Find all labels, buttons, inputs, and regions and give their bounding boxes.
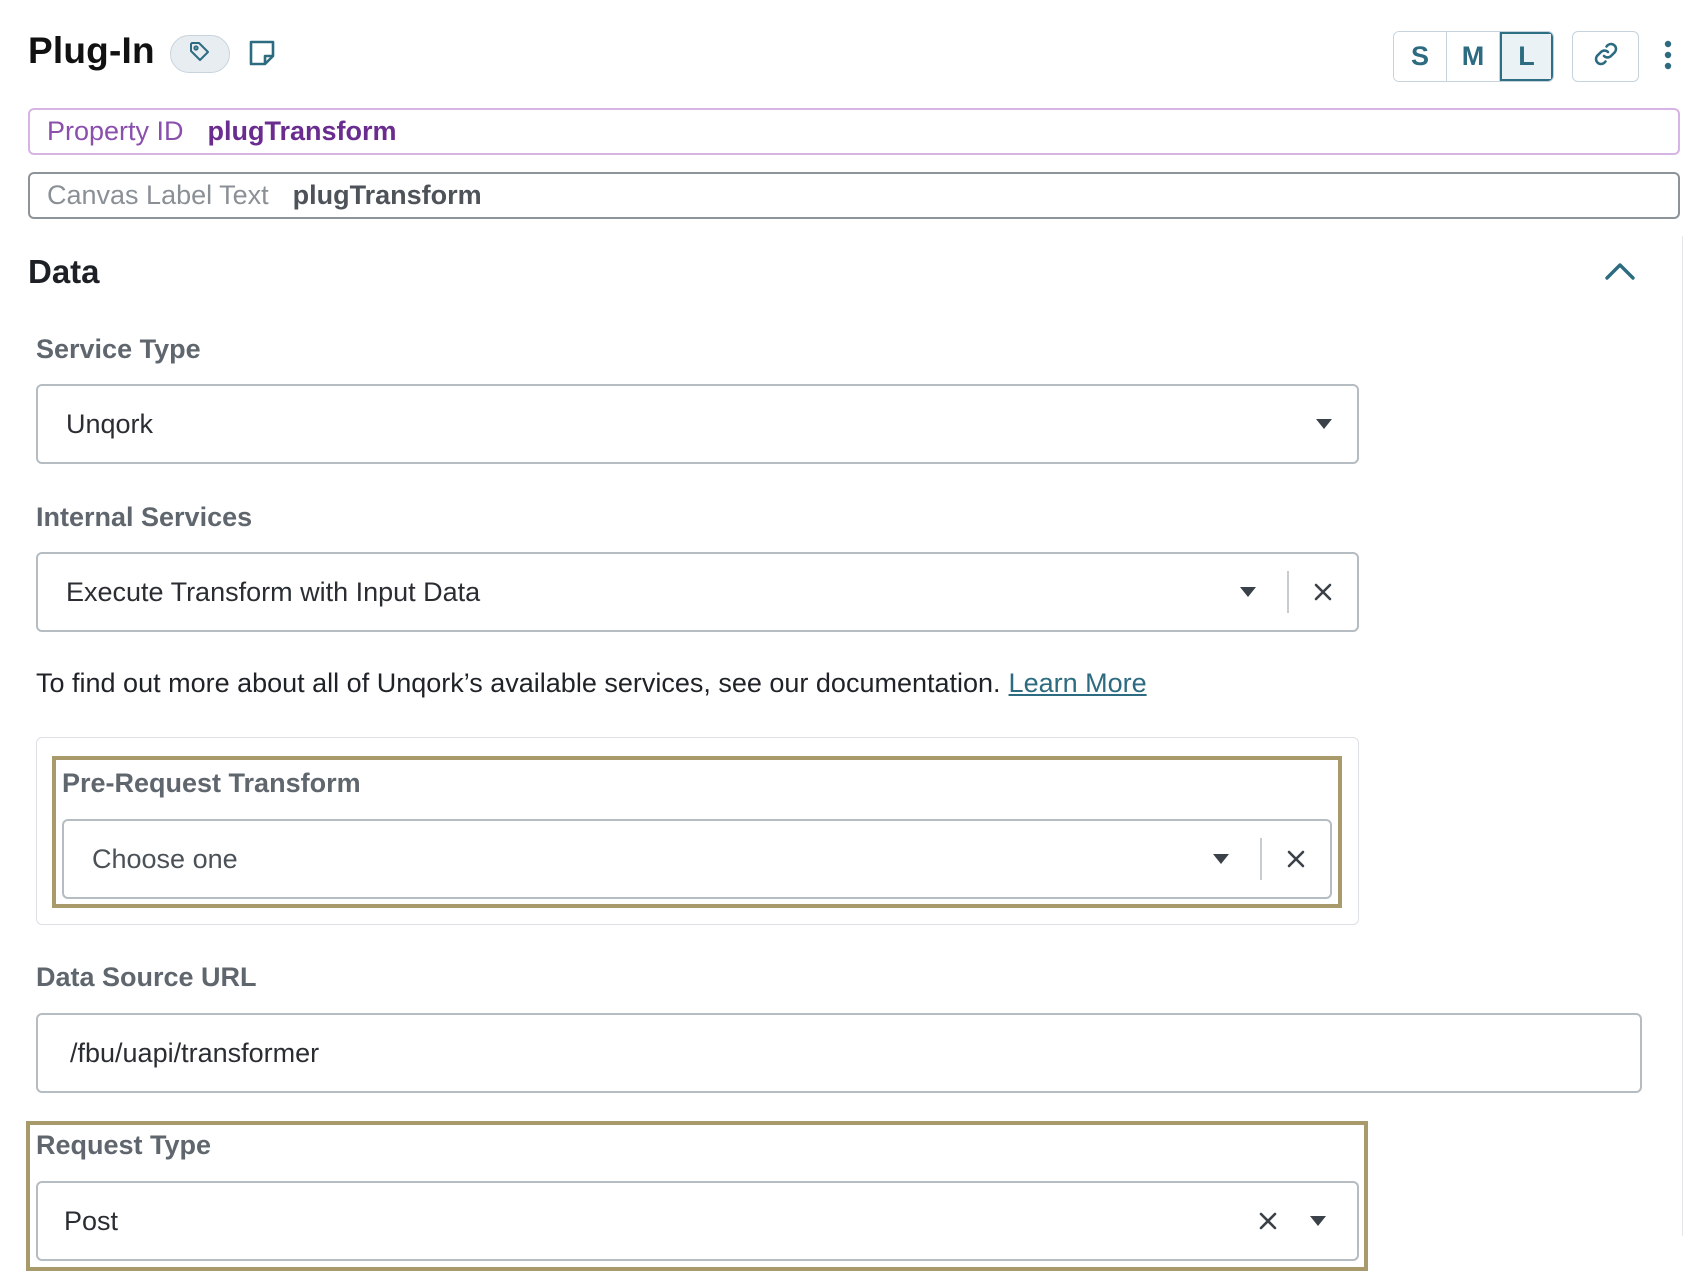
- link-icon: [1592, 40, 1620, 73]
- caret-down-icon: [1299, 418, 1349, 430]
- note-icon: [247, 38, 277, 73]
- request-type-select[interactable]: Post: [36, 1181, 1359, 1261]
- close-icon: [1259, 1206, 1277, 1237]
- canvas-label-label: Canvas Label Text: [47, 180, 269, 210]
- note-button[interactable]: [245, 38, 279, 72]
- more-options-button[interactable]: [1656, 38, 1680, 76]
- chevron-up-icon: [1604, 261, 1636, 286]
- tag-icon: [188, 40, 212, 69]
- service-type-label: Service Type: [36, 334, 201, 364]
- collapse-section-button[interactable]: [1602, 258, 1638, 288]
- close-icon: [1314, 577, 1332, 608]
- size-l-button[interactable]: L: [1500, 32, 1553, 81]
- caret-down-icon: [1223, 586, 1273, 598]
- caret-down-icon: [1293, 1215, 1343, 1227]
- canvas-label-field[interactable]: Canvas Label Text plugTransform: [28, 172, 1680, 219]
- help-text: To find out more about all of Unqork’s a…: [36, 668, 1147, 699]
- page-title: Plug-In: [28, 30, 155, 71]
- tag-button[interactable]: [170, 35, 230, 73]
- help-description: To find out more about all of Unqork’s a…: [36, 668, 1001, 698]
- scroll-track[interactable]: [1682, 236, 1704, 1236]
- internal-services-value: Execute Transform with Input Data: [66, 576, 481, 607]
- request-type-value: Post: [64, 1205, 119, 1236]
- pre-request-label: Pre-Request Transform: [62, 768, 361, 798]
- clear-internal-services-button[interactable]: [1289, 577, 1357, 608]
- learn-more-link[interactable]: Learn More: [1009, 668, 1147, 698]
- data-source-label: Data Source URL: [36, 962, 257, 992]
- size-s-button[interactable]: S: [1394, 32, 1447, 81]
- service-type-value: Unqork: [66, 408, 154, 439]
- clear-request-type-button[interactable]: [1243, 1206, 1293, 1237]
- data-source-input[interactable]: /fbu/uapi/transformer: [36, 1013, 1642, 1093]
- internal-services-select[interactable]: Execute Transform with Input Data: [36, 552, 1359, 632]
- caret-down-icon: [1196, 853, 1246, 865]
- service-type-select[interactable]: Unqork: [36, 384, 1359, 464]
- data-source-value: /fbu/uapi/transformer: [70, 1037, 320, 1068]
- section-title: Data: [28, 253, 100, 290]
- size-toggle-group: S M L: [1393, 31, 1554, 82]
- close-icon: [1287, 844, 1305, 875]
- pre-request-placeholder: Choose one: [92, 843, 238, 874]
- property-id-field[interactable]: Property ID plugTransform: [28, 108, 1680, 155]
- property-id-label: Property ID: [47, 116, 184, 146]
- request-type-label: Request Type: [36, 1130, 212, 1160]
- link-button[interactable]: [1572, 31, 1639, 82]
- property-id-value: plugTransform: [207, 116, 397, 146]
- clear-pre-request-button[interactable]: [1262, 844, 1330, 875]
- canvas-label-value: plugTransform: [292, 180, 482, 210]
- pre-request-select[interactable]: Choose one: [62, 819, 1332, 899]
- kebab-icon: [1664, 40, 1672, 75]
- internal-services-label: Internal Services: [36, 502, 253, 532]
- size-m-button[interactable]: M: [1447, 32, 1500, 81]
